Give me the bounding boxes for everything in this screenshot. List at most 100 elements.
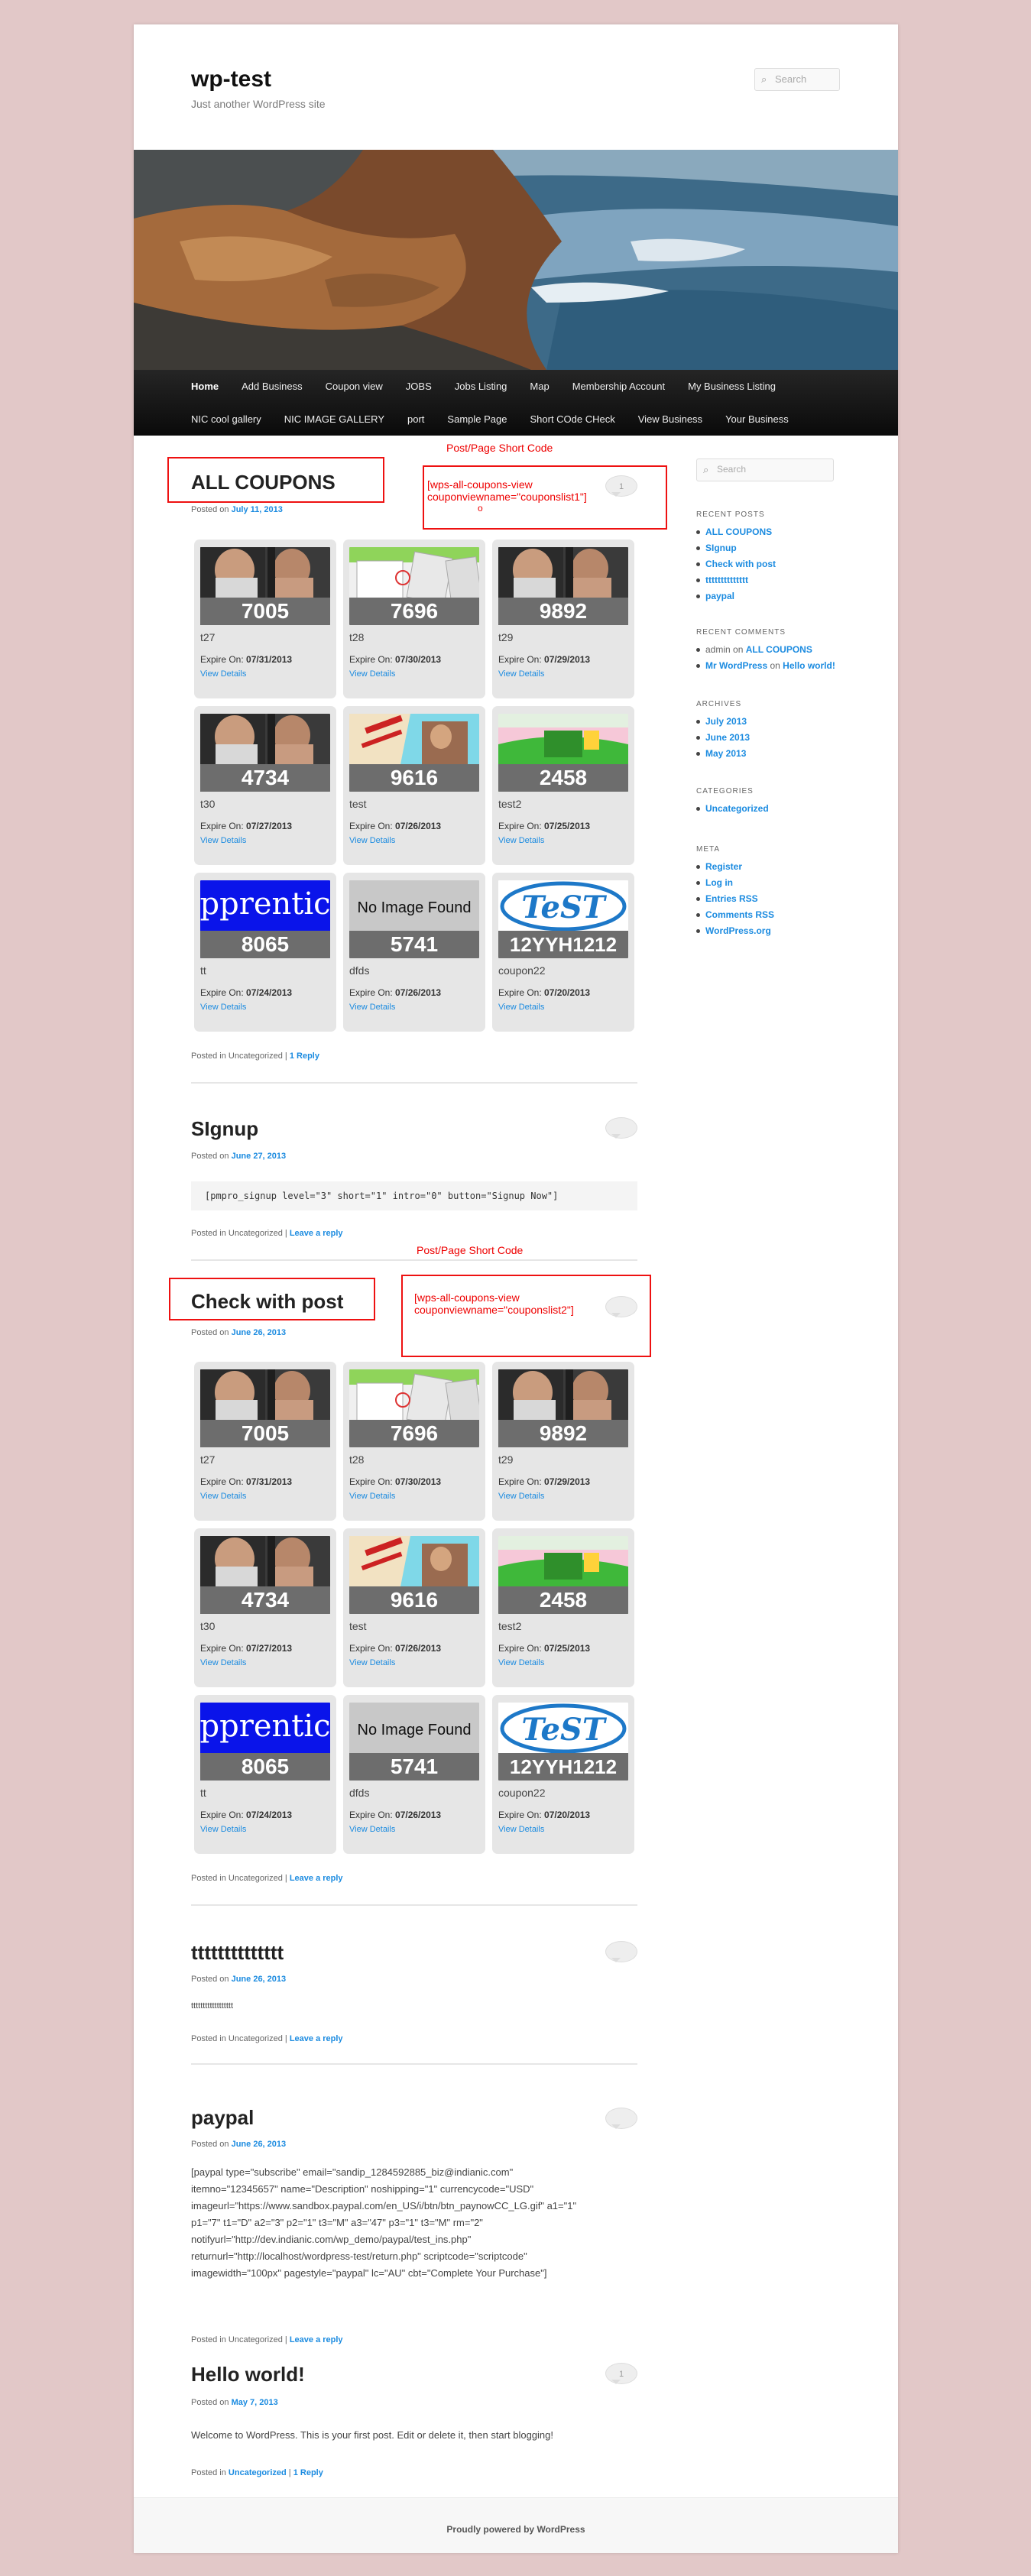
post-date-link[interactable]: June 26, 2013	[232, 1975, 287, 1984]
leave-reply-link[interactable]: Leave a reply	[290, 1874, 343, 1883]
coupon-image[interactable]: No Image Found 5741	[349, 1703, 479, 1781]
category-link[interactable]: Uncategorized	[229, 2468, 287, 2477]
view-details-link[interactable]: View Details	[200, 1825, 330, 1834]
header-image[interactable]	[134, 150, 898, 370]
view-details-link[interactable]: View Details	[200, 669, 330, 679]
view-details-link[interactable]: View Details	[349, 669, 479, 679]
view-details-link[interactable]: View Details	[349, 836, 479, 845]
coupon-card[interactable]: 4734 t30 Expire On: 07/27/2013 View Details	[194, 706, 336, 865]
footer-credit-link[interactable]: Proudly powered by WordPress	[446, 2524, 585, 2535]
coupon-image[interactable]: 7005	[200, 547, 330, 625]
nav-item-port[interactable]: port	[396, 403, 436, 436]
recent-post-item[interactable]: SIgnup	[696, 540, 776, 556]
view-details-link[interactable]: View Details	[498, 1492, 628, 1501]
comment-bubble-icon[interactable]	[605, 1117, 637, 1139]
reply-link[interactable]: 1 Reply	[290, 1051, 319, 1061]
nav-item-coupon-view[interactable]: Coupon view	[314, 370, 394, 403]
meta-item-register[interactable]: Register	[696, 859, 774, 875]
post-title-signup[interactable]: SIgnup	[191, 1117, 258, 1141]
comment-count-bubble[interactable]: 1	[605, 475, 637, 497]
nav-item-my-business-listing[interactable]: My Business Listing	[676, 370, 787, 403]
coupon-card[interactable]: 7005 t27 Expire On: 07/31/2013 View Details	[194, 540, 336, 698]
coupon-card[interactable]: 7696 t28 Expire On: 07/30/2013 View Details	[343, 540, 485, 698]
view-details-link[interactable]: View Details	[200, 1492, 330, 1501]
coupon-card[interactable]: 7696 t28 Expire On: 07/30/2013 View Details	[343, 1362, 485, 1521]
nav-item-jobs-listing[interactable]: Jobs Listing	[443, 370, 519, 403]
nav-item-your-business[interactable]: Your Business	[714, 403, 800, 436]
coupon-card[interactable]: No Image Found 5741 dfds Expire On: 07/26/2…	[343, 873, 485, 1032]
coupon-image[interactable]: TeST 12YYH1212	[498, 880, 628, 958]
nav-item-nic-image-gallery[interactable]: NIC IMAGE GALLERY	[273, 403, 396, 436]
nav-item-view-business[interactable]: View Business	[627, 403, 714, 436]
nav-item-add-business[interactable]: Add Business	[230, 370, 314, 403]
coupon-image[interactable]: pprentic 8065	[200, 880, 330, 958]
coupon-image[interactable]: 9616	[349, 714, 479, 792]
post-date-link[interactable]: July 11, 2013	[232, 505, 283, 514]
nav-item-home[interactable]: Home	[180, 370, 230, 403]
view-details-link[interactable]: View Details	[349, 1825, 479, 1834]
leave-reply-link[interactable]: Leave a reply	[290, 2335, 343, 2344]
archive-item[interactable]: June 2013	[696, 730, 750, 746]
nav-item-short-code-check[interactable]: Short COde CHeck	[518, 403, 626, 436]
comment-count-bubble[interactable]: 1	[605, 2363, 637, 2384]
meta-item-comments-rss[interactable]: Comments RSS	[696, 907, 774, 923]
comment-bubble-icon[interactable]	[605, 2108, 637, 2129]
leave-reply-link[interactable]: Leave a reply	[290, 2034, 343, 2043]
coupon-card[interactable]: TeST 12YYH1212 coupon22 Expire On: 07/20/20…	[492, 1695, 634, 1854]
reply-link[interactable]: 1 Reply	[293, 2468, 323, 2477]
view-details-link[interactable]: View Details	[498, 1825, 628, 1834]
coupon-image[interactable]: 2458	[498, 714, 628, 792]
archive-item[interactable]: May 2013	[696, 746, 750, 762]
coupon-card[interactable]: 9616 test Expire On: 07/26/2013 View Detail…	[343, 706, 485, 865]
coupon-card[interactable]: 2458 test2 Expire On: 07/25/2013 View Detai…	[492, 706, 634, 865]
view-details-link[interactable]: View Details	[349, 1003, 479, 1012]
coupon-image[interactable]: 4734	[200, 1536, 330, 1614]
recent-post-item[interactable]: paypal	[696, 588, 776, 604]
coupon-card[interactable]: 4734 t30 Expire On: 07/27/2013 View Details	[194, 1528, 336, 1687]
category-item[interactable]: Uncategorized	[696, 801, 769, 817]
archive-item[interactable]: July 2013	[696, 714, 750, 730]
coupon-card[interactable]: 2458 test2 Expire On: 07/25/2013 View Detai…	[492, 1528, 634, 1687]
comment-bubble-icon[interactable]	[605, 1296, 637, 1317]
view-details-link[interactable]: View Details	[498, 1003, 628, 1012]
post-title-check-with-post[interactable]: Check with post	[191, 1290, 343, 1314]
coupon-image[interactable]: 9892	[498, 547, 628, 625]
coupon-image[interactable]: 7696	[349, 547, 479, 625]
recent-post-item[interactable]: ALL COUPONS	[696, 524, 776, 540]
view-details-link[interactable]: View Details	[349, 1658, 479, 1667]
coupon-image[interactable]: 9616	[349, 1536, 479, 1614]
coupon-card[interactable]: 9616 test Expire On: 07/26/2013 View Detail…	[343, 1528, 485, 1687]
meta-item-entries-rss[interactable]: Entries RSS	[696, 891, 774, 907]
post-date-link[interactable]: June 27, 2013	[232, 1152, 287, 1161]
comment-post-link[interactable]: Hello world!	[783, 660, 835, 671]
recent-post-item[interactable]: Check with post	[696, 556, 776, 572]
comment-author-link[interactable]: Mr WordPress	[705, 660, 767, 671]
post-title-tttt[interactable]: tttttttttttttt	[191, 1941, 284, 1965]
coupon-card[interactable]: pprentic 8065 tt Expire On: 07/24/2013 View …	[194, 1695, 336, 1854]
coupon-image[interactable]: 7696	[349, 1369, 479, 1447]
coupon-card[interactable]: No Image Found 5741 dfds Expire On: 07/26/2…	[343, 1695, 485, 1854]
comment-bubble-icon[interactable]	[605, 1941, 637, 1962]
coupon-card[interactable]: 7005 t27 Expire On: 07/31/2013 View Details	[194, 1362, 336, 1521]
coupon-image[interactable]: pprentic 8065	[200, 1703, 330, 1781]
post-date-link[interactable]: May 7, 2013	[232, 2398, 278, 2407]
comment-post-link[interactable]: ALL COUPONS	[746, 644, 812, 655]
nav-item-nic-cool-gallery[interactable]: NIC cool gallery	[180, 403, 273, 436]
view-details-link[interactable]: View Details	[200, 1003, 330, 1012]
header-search-input[interactable]: ⌕ Search	[754, 68, 840, 91]
post-title-all-coupons[interactable]: ALL COUPONS	[191, 471, 336, 494]
nav-item-sample-page[interactable]: Sample Page	[436, 403, 518, 436]
recent-post-item[interactable]: tttttttttttttt	[696, 572, 776, 588]
view-details-link[interactable]: View Details	[349, 1492, 479, 1501]
post-title-hello-world[interactable]: Hello world!	[191, 2363, 305, 2386]
nav-item-map[interactable]: Map	[518, 370, 560, 403]
leave-reply-link[interactable]: Leave a reply	[290, 1229, 343, 1238]
coupon-image[interactable]: 4734	[200, 714, 330, 792]
view-details-link[interactable]: View Details	[200, 836, 330, 845]
view-details-link[interactable]: View Details	[498, 669, 628, 679]
meta-item-login[interactable]: Log in	[696, 875, 774, 891]
nav-item-jobs[interactable]: JOBS	[394, 370, 443, 403]
view-details-link[interactable]: View Details	[498, 836, 628, 845]
coupon-image[interactable]: 2458	[498, 1536, 628, 1614]
meta-item-wordpress-org[interactable]: WordPress.org	[696, 923, 774, 939]
